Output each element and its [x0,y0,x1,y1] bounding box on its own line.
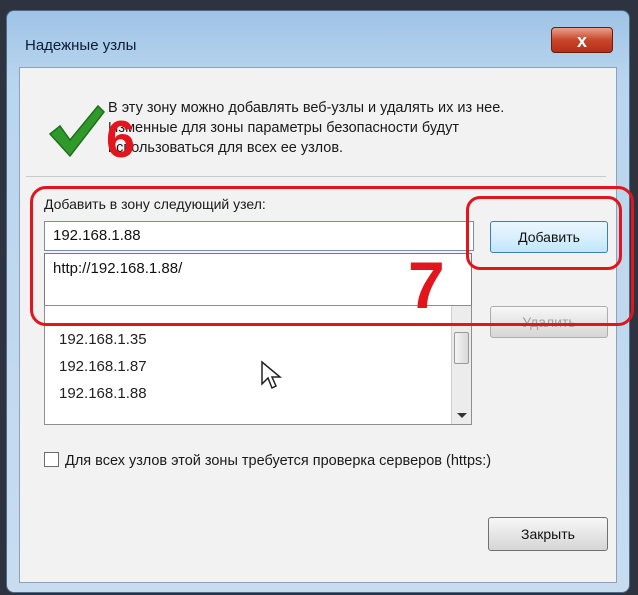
close-button[interactable]: Закрыть [488,517,608,551]
title-bar[interactable]: Надежные узлы x [7,11,629,67]
highlight-annotation-add [466,196,622,270]
check-icon [48,104,105,158]
list-item[interactable]: 192.168.1.87 [45,353,471,380]
separator [26,176,606,177]
close-icon: x [576,31,587,51]
https-label: Для всех узлов этой зоны требуется прове… [65,453,492,469]
list-item[interactable]: 192.168.1.35 [45,326,471,353]
list-item[interactable]: 192.168.1.88 [45,380,471,407]
close-window-button[interactable]: x [551,27,613,53]
info-line-3: использоваться для всех ее узлов. [108,140,344,156]
info-line-1: В эту зону можно добавлять веб-узлы и уд… [108,100,505,116]
info-line-2: Изменные для зоны параметры безопасности… [108,120,459,136]
window-title: Надежные узлы [25,37,137,54]
annotation-step-6: 6 [106,111,135,169]
zone-info-text: В эту зону можно добавлять веб-узлы и уд… [108,98,606,158]
https-checkbox[interactable] [44,452,59,467]
https-requirement-option[interactable]: Для всех узлов этой зоны требуется прове… [44,452,491,469]
scroll-down-arrow-icon[interactable] [457,413,467,418]
scrollbar-thumb[interactable] [454,332,469,364]
mouse-cursor-icon [261,360,283,390]
